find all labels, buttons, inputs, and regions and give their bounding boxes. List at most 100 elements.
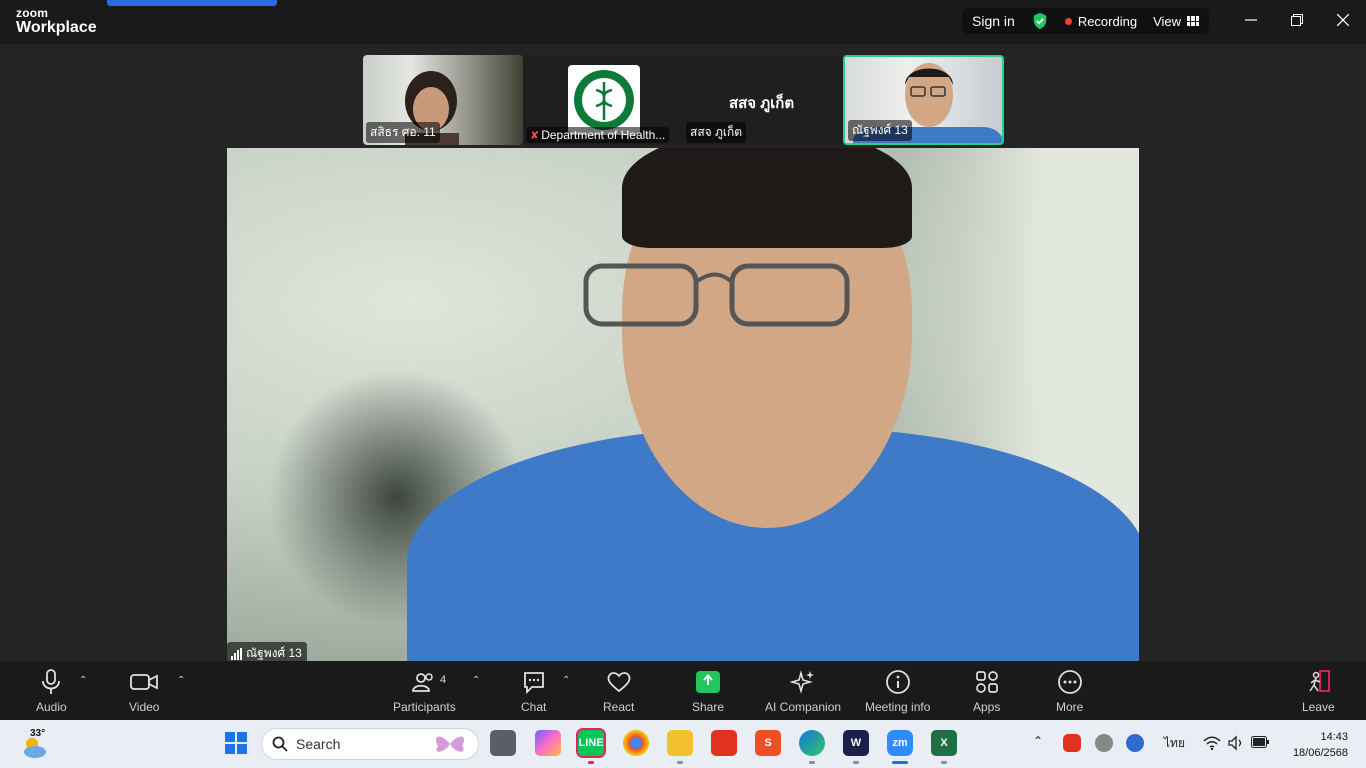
input-language-indicator[interactable]: ไทย <box>1164 734 1185 753</box>
microphone-icon <box>42 669 61 694</box>
search-placeholder: Search <box>296 736 341 752</box>
wifi-icon[interactable] <box>1203 735 1221 751</box>
taskbar-clock[interactable]: 14:43 18/06/2568 <box>1293 729 1348 761</box>
participants-icon <box>412 673 434 692</box>
running-indicator <box>588 761 594 764</box>
participant-tile[interactable]: สสิธร ศอ. 11 <box>363 55 523 145</box>
edge-icon[interactable] <box>799 730 825 756</box>
connection-signal-icon <box>231 647 242 660</box>
info-icon <box>885 670 910 694</box>
meeting-info-button[interactable]: Meeting info <box>865 669 930 714</box>
webex-icon[interactable]: W <box>843 730 869 756</box>
volume-icon[interactable] <box>1228 735 1244 751</box>
close-icon <box>1337 14 1349 26</box>
windows-taskbar: 33° Search LINE S W zm X ⌃ ไทย 14:43 18/… <box>0 720 1366 768</box>
brand-top: zoom <box>16 6 49 20</box>
brand-bottom: Workplace <box>16 19 97 36</box>
windows-start-icon <box>225 732 247 754</box>
excel-icon[interactable]: X <box>931 730 957 756</box>
more-button[interactable]: More <box>1056 669 1083 714</box>
restore-icon <box>1291 14 1303 26</box>
file-explorer-icon[interactable] <box>667 730 693 756</box>
chat-options-chevron-icon[interactable]: ⌃ <box>562 675 570 686</box>
share-button[interactable]: Share <box>692 669 724 714</box>
meeting-toolbar: Audio ⌃ Video ⌃ Participants 4 ⌃ Chat ⌃ … <box>0 661 1366 720</box>
audio-label: Audio <box>36 700 67 714</box>
show-hidden-icons-chevron-icon[interactable]: ⌃ <box>1033 734 1043 748</box>
chat-label: Chat <box>521 700 547 714</box>
minimize-button[interactable] <box>1239 8 1263 32</box>
ai-sparkle-icon <box>790 670 815 694</box>
recording-indicator[interactable]: Recording <box>1064 13 1138 29</box>
active-speaker-video[interactable] <box>227 148 1139 661</box>
battery-icon[interactable] <box>1251 736 1269 748</box>
participants-button[interactable]: Participants <box>393 669 456 714</box>
participants-count: 4 <box>440 674 447 686</box>
encryption-shield-icon[interactable] <box>1031 12 1049 30</box>
speaker-hair <box>622 148 912 248</box>
react-label: React <box>603 700 635 714</box>
video-options-chevron-icon[interactable]: ⌃ <box>177 675 185 686</box>
wps-office-icon[interactable]: S <box>755 730 781 756</box>
leave-button[interactable]: Leave <box>1302 669 1335 714</box>
recording-label: Recording <box>1077 13 1138 29</box>
task-view-icon[interactable] <box>490 730 516 756</box>
participant-name: สสิธร ศอ. 11 <box>366 122 440 143</box>
line-app-icon[interactable]: LINE <box>576 728 606 758</box>
running-indicator <box>809 761 815 764</box>
apps-button[interactable]: Apps <box>973 669 1000 714</box>
start-button[interactable] <box>223 730 249 756</box>
participant-tile[interactable]: ✘ Department of Health... <box>523 55 683 145</box>
speaker-glasses <box>583 263 850 327</box>
window-accent <box>107 0 277 6</box>
chat-icon <box>523 672 544 695</box>
meeting-status-group: Sign in Recording View <box>962 8 1210 34</box>
heart-icon <box>607 672 631 693</box>
participant-display-name: สสจ ภูเก็ต <box>729 95 795 112</box>
grid-view-icon <box>1187 16 1200 26</box>
weather-widget[interactable]: 33° <box>20 728 50 758</box>
tray-network-share-icon[interactable] <box>1126 734 1144 752</box>
taskbar-search-box[interactable]: Search <box>261 728 479 760</box>
search-highlight-butterfly-icon <box>435 736 465 752</box>
view-button[interactable]: View <box>1153 13 1200 29</box>
apps-icon <box>975 671 998 693</box>
sign-in-button[interactable]: Sign in <box>972 13 1015 29</box>
meeting-info-label: Meeting info <box>865 700 931 714</box>
audio-options-chevron-icon[interactable]: ⌃ <box>79 675 87 686</box>
share-label: Share <box>692 700 725 714</box>
view-label: View <box>1153 13 1182 29</box>
audio-button[interactable]: Audio <box>36 669 67 714</box>
participant-name: ✘ Department of Health... <box>526 127 670 143</box>
anydesk-icon[interactable] <box>711 730 737 756</box>
chrome-icon[interactable] <box>623 730 649 756</box>
participant-tile[interactable]: สสจ ภูเก็ต สสจ ภูเก็ต <box>683 55 843 145</box>
participant-name: ณัฐพงศ์ 13 <box>848 120 912 141</box>
tray-anydesk-icon[interactable] <box>1063 734 1081 752</box>
recording-dot-icon <box>1064 17 1072 25</box>
search-icon <box>272 736 288 752</box>
close-button[interactable] <box>1331 8 1355 32</box>
active-speaker-tile[interactable]: ณัฐพงศ์ 13 <box>843 55 1004 145</box>
react-button[interactable]: React <box>603 669 634 714</box>
muted-mic-icon: ✘ <box>530 130 540 142</box>
participant-name-text: Department of Health... <box>541 128 666 142</box>
copilot-icon[interactable] <box>535 730 561 756</box>
department-of-health-logo <box>568 65 640 135</box>
zoom-app-icon[interactable]: zm <box>887 730 913 756</box>
more-icon <box>1057 670 1082 694</box>
ai-companion-label: AI Companion <box>765 700 842 714</box>
apps-label: Apps <box>973 700 1001 714</box>
restore-button[interactable] <box>1285 8 1309 32</box>
video-label: Video <box>129 700 160 714</box>
tray-onedrive-warning-icon[interactable] <box>1095 734 1113 752</box>
camera-icon <box>130 674 159 690</box>
participants-options-chevron-icon[interactable]: ⌃ <box>472 675 480 686</box>
clock-time: 14:43 <box>1320 731 1348 743</box>
zoom-logo: zoom Workplace <box>16 7 97 36</box>
ai-companion-button[interactable]: AI Companion <box>765 669 841 714</box>
chat-button[interactable]: Chat <box>521 669 546 714</box>
video-button[interactable]: Video <box>129 669 159 714</box>
weather-temperature: 33° <box>30 728 46 739</box>
participant-name: สสจ ภูเก็ต <box>686 122 747 143</box>
